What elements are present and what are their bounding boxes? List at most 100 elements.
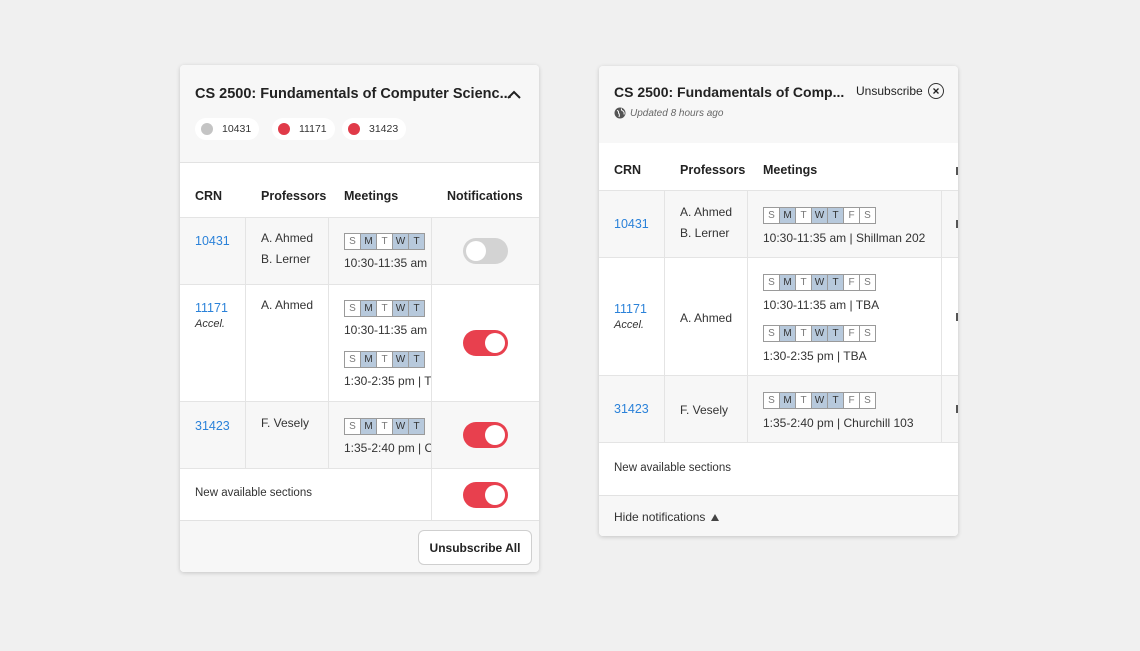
- meeting-days: S M T W T: [344, 300, 425, 317]
- day-cell: S: [344, 233, 361, 250]
- chip-label: 31423: [369, 123, 399, 135]
- day-cell: W: [811, 325, 828, 342]
- triangle-up-icon: [711, 513, 720, 521]
- notification-toggle[interactable]: [463, 422, 508, 448]
- day-cell: M: [360, 233, 377, 250]
- meeting-days: S M T W T: [344, 233, 425, 250]
- day-cell: T: [376, 418, 393, 435]
- meeting-time: 10:30-11:35 am | TBA: [763, 298, 880, 312]
- meeting-days: S M T W T: [344, 351, 425, 368]
- section-chip: 31423: [342, 118, 407, 140]
- crn-link[interactable]: 10431: [614, 217, 649, 231]
- day-cell: W: [811, 207, 828, 224]
- day-cell: T: [795, 325, 812, 342]
- column-header-professors: Professors: [680, 163, 746, 177]
- meeting-days: S M T W T F S: [763, 325, 876, 342]
- day-cell: S: [859, 325, 876, 342]
- close-icon[interactable]: [928, 83, 944, 99]
- globe-icon: [614, 107, 626, 119]
- course-card-notifications: CS 2500: Fundamentals of Comp... Updated…: [599, 66, 958, 536]
- day-cell: M: [779, 392, 796, 409]
- day-cell: S: [859, 207, 876, 224]
- day-cell: M: [779, 274, 796, 291]
- day-cell: M: [360, 300, 377, 317]
- card-footer: Unsubscribe All: [180, 520, 539, 572]
- day-cell: M: [779, 207, 796, 224]
- day-cell: W: [392, 233, 409, 250]
- status-dot: [348, 123, 360, 135]
- meeting-days: S M T W T F S: [763, 274, 876, 291]
- professor-name: A. Ahmed: [680, 205, 733, 219]
- chip-label: 11171: [299, 123, 327, 135]
- column-header-notifications: Notifications: [447, 189, 523, 203]
- course-title: CS 2500: Fundamentals of Computer Scienc…: [195, 86, 512, 102]
- day-cell: T: [827, 274, 844, 291]
- day-cell: M: [779, 325, 796, 342]
- notification-toggle[interactable]: [463, 330, 508, 356]
- day-cell: M: [360, 351, 377, 368]
- section-chip: 10431: [195, 118, 260, 140]
- card-footer: Hide notifications: [599, 495, 958, 536]
- day-cell: T: [408, 233, 425, 250]
- day-cell: T: [827, 207, 844, 224]
- hide-notifications-button[interactable]: Hide notifications: [614, 510, 720, 524]
- column-header-crn: CRN: [614, 163, 642, 177]
- section-chip: 11171: [272, 118, 335, 140]
- day-cell: S: [344, 300, 361, 317]
- professor-name: A. Ahmed: [261, 298, 314, 312]
- day-cell: S: [763, 207, 780, 224]
- professor-name: B. Lerner: [261, 252, 311, 266]
- chip-label: 10431: [222, 123, 252, 135]
- hide-notifications-label: Hide notifications: [614, 510, 706, 524]
- updated-status: Updated 8 hours ago: [614, 107, 723, 119]
- day-cell: T: [795, 274, 812, 291]
- crn-link[interactable]: 31423: [195, 419, 230, 433]
- toggle-knob: [485, 425, 505, 445]
- day-cell: T: [827, 325, 844, 342]
- course-title: CS 2500: Fundamentals of Comp...: [614, 84, 845, 100]
- professor-name: A. Ahmed: [261, 231, 314, 245]
- unsubscribe-link[interactable]: Unsubscribe: [856, 84, 923, 98]
- toggle-knob: [466, 241, 486, 261]
- status-dot: [278, 123, 290, 135]
- new-sections-toggle[interactable]: [463, 482, 508, 508]
- card-header: CS 2500: Fundamentals of Comp... Updated…: [599, 66, 958, 143]
- meeting-time: 10:30-11:35 am | Shillman 202: [763, 231, 926, 245]
- meeting-time: 1:35-2:40 pm | C: [344, 441, 431, 455]
- crn-link[interactable]: 31423: [614, 402, 649, 416]
- notification-toggle[interactable]: [463, 238, 508, 264]
- crn-link[interactable]: 11171: [195, 301, 228, 315]
- day-cell: T: [376, 233, 393, 250]
- day-cell: T: [827, 392, 844, 409]
- day-cell: S: [763, 325, 780, 342]
- unsubscribe-all-button[interactable]: Unsubscribe All: [418, 530, 532, 565]
- column-edge: [956, 313, 958, 321]
- day-cell: F: [843, 207, 860, 224]
- day-cell: W: [392, 300, 409, 317]
- meeting-time: 1:35-2:40 pm | Churchill 103: [763, 416, 914, 430]
- day-cell: S: [859, 274, 876, 291]
- day-cell: F: [843, 274, 860, 291]
- crn-link[interactable]: 11171: [614, 302, 647, 316]
- day-cell: T: [795, 207, 812, 224]
- status-dot: [201, 123, 213, 135]
- toggle-knob: [485, 485, 505, 505]
- day-cell: S: [763, 274, 780, 291]
- chevron-up-icon[interactable]: [505, 86, 523, 104]
- day-cell: S: [344, 418, 361, 435]
- professor-name: A. Ahmed: [680, 311, 733, 325]
- column-edge: [956, 220, 958, 228]
- card-header: CS 2500: Fundamentals of Computer Scienc…: [180, 65, 539, 163]
- day-cell: F: [843, 325, 860, 342]
- accelerated-label: Accel.: [195, 318, 225, 330]
- column-edge: [956, 167, 958, 175]
- day-cell: T: [408, 351, 425, 368]
- day-cell: T: [376, 351, 393, 368]
- day-cell: T: [795, 392, 812, 409]
- meeting-days: S M T W T: [344, 418, 425, 435]
- professor-name: B. Lerner: [680, 226, 730, 240]
- new-sections-label: New available sections: [614, 462, 731, 474]
- day-cell: W: [811, 392, 828, 409]
- day-cell: W: [392, 418, 409, 435]
- crn-link[interactable]: 10431: [195, 234, 230, 248]
